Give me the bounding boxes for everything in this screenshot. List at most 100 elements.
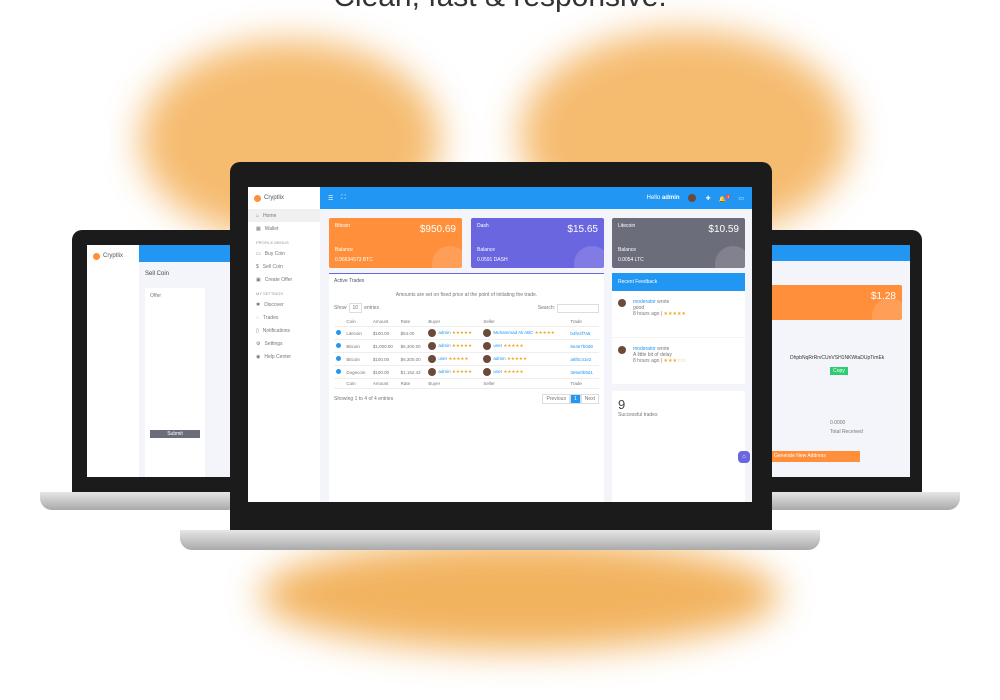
sidebar-item-wallet[interactable]: ▦ Wallet — [248, 222, 320, 235]
label: Notifications — [262, 327, 290, 334]
greeting: Hello admin — [646, 195, 680, 201]
avatar — [428, 342, 437, 350]
sidebar-item-home[interactable]: ⌂ Home — [248, 209, 320, 222]
feedback-body: moderator wrote good 8 hours ago | ★★★★★ — [633, 299, 686, 329]
buyer-cell: user ★★★★★ — [426, 352, 482, 366]
user-link[interactable]: admin — [438, 343, 450, 348]
rating-stars: ★★★★★ — [502, 369, 524, 375]
active-trades-panel: Active Trades Amounts are set on fixed p… — [329, 273, 604, 502]
search-input[interactable] — [557, 303, 599, 313]
feedback-body: moderator wrote A little bit of delay 8 ho… — [633, 346, 686, 376]
wallet-address: DhpbNqRrRrvCUnVSH1NKWtaDUpTimEk — [790, 355, 885, 361]
user-link[interactable]: user — [438, 356, 447, 361]
trades-note: Amounts are set on fixed price at the po… — [395, 292, 538, 298]
page-1-button[interactable]: 1 — [569, 394, 581, 404]
trade-link[interactable]: 6e4e7b0d8 — [568, 339, 599, 353]
trade-link[interactable]: 3e5e0b9d1 — [568, 365, 599, 379]
balance-card-dash: Dash $15.65 Balance 0.0591 DASH — [471, 218, 604, 268]
feedback-meta: 8 hours ago | ★★★☆☆ — [633, 358, 686, 364]
sidebar: Cryptlix ⌂ Home ▦ Wallet PROFILE MENUS ▭ Bu… — [248, 187, 320, 502]
page-title: Sell Coin — [145, 271, 170, 277]
home-icon: ⌂ — [256, 212, 260, 219]
copy-button[interactable]: Copy — [830, 367, 848, 375]
sidebar-item-discover[interactable]: ✱ Discover — [248, 298, 320, 311]
rating-stars: ★★★★★ — [450, 369, 472, 375]
label: Sell Coin — [262, 263, 283, 270]
column-header[interactable]: Rate — [398, 317, 427, 327]
notification-badge: 1 — [726, 193, 731, 199]
status-dot-icon — [336, 330, 341, 335]
sidebar-item-settings[interactable]: ⚙ Settings — [248, 337, 320, 350]
offer-label: Offer — [150, 293, 162, 299]
bell-icon[interactable]: 🔔1 — [719, 193, 731, 203]
stat-label: Successful trades — [618, 412, 658, 418]
avatar — [483, 329, 492, 337]
brand: Cryptlix — [264, 195, 285, 201]
trade-link[interactable]: a8f0c41e2 — [568, 352, 599, 366]
column-header[interactable]: Seller — [481, 317, 569, 327]
avatar — [618, 299, 626, 307]
entries-label: entries — [364, 305, 380, 311]
monitor-icon[interactable]: ▭ — [738, 195, 744, 202]
rate-cell: $1,152.42 — [398, 365, 427, 379]
trade-link[interactable]: b4fe3f7a5 — [568, 326, 599, 340]
sidebar-item-help[interactable]: ◉ Help Center — [248, 350, 320, 363]
bell-icon: ▯ — [256, 327, 259, 334]
sidebar-item-notifications[interactable]: ▯ Notifications — [248, 324, 320, 337]
feedback-meta: 8 hours ago | ★★★★★ — [633, 311, 686, 317]
sidebar-item-trades[interactable]: ◌ Trades — [248, 311, 320, 324]
submit-button[interactable]: Submit — [150, 430, 200, 438]
column-footer: Rate — [398, 378, 427, 389]
sidebar-item-buy-coin[interactable]: ▭ Buy Coin — [248, 247, 320, 260]
label: Settings — [264, 340, 283, 347]
label: Trades — [262, 314, 279, 321]
user-link[interactable]: user — [493, 369, 502, 374]
user-link[interactable]: admin — [438, 330, 450, 335]
user-link[interactable]: user — [493, 343, 502, 348]
avatar[interactable] — [687, 194, 696, 202]
topbar: ☰ ⛶ Hello admin ✚ 🔔1 ▭ — [320, 187, 752, 209]
coin-name: Bitcoin — [335, 223, 351, 229]
avatar — [428, 329, 437, 337]
status-cell — [334, 339, 345, 353]
label: Wallet — [264, 225, 279, 232]
chat-button[interactable]: ⌂ — [738, 451, 750, 463]
status-dot-icon — [336, 369, 341, 374]
column-footer: Buyer — [426, 378, 482, 389]
coin-price: $15.65 — [567, 224, 598, 235]
column-footer: Trade — [568, 378, 599, 389]
column-header[interactable]: Trade — [568, 317, 599, 327]
table-row: Dogecoin $100.00 $1,152.42 admin ★★★★★ user … — [334, 365, 599, 379]
recent-feedback-panel: Recent Feedback moderator wrote good 8 hou… — [612, 273, 745, 385]
column-header[interactable]: Coin — [344, 317, 371, 327]
user-link[interactable]: Muhammad Ali ABC — [493, 330, 533, 335]
avatar — [618, 346, 626, 354]
generate-address-button[interactable]: Generate New Address — [770, 451, 860, 462]
status-cell — [334, 326, 345, 340]
stat-value: 9 — [618, 397, 626, 412]
panel-title: Active Trades — [334, 278, 365, 284]
rating-stars: ★★★☆☆ — [663, 358, 686, 364]
entries-select[interactable]: 10 — [348, 303, 363, 313]
fullscreen-icon[interactable]: ⛶ — [341, 195, 345, 202]
sidebar-section: MY SETTINGS — [256, 291, 284, 296]
sidebar-item-sell-coin[interactable]: $ Sell Coin — [248, 260, 320, 273]
left-screen: Cryptlix Sell Coin Offer Submit — [87, 245, 240, 477]
wallet-icon: ▦ — [256, 225, 261, 232]
column-header[interactable]: Amount — [370, 317, 399, 327]
dollar-icon: $ — [256, 263, 259, 270]
coin-name: Dash — [477, 223, 489, 229]
buyer-cell: admin ★★★★★ — [426, 339, 482, 353]
menu-icon[interactable]: ☰ — [328, 195, 333, 202]
flag-icon[interactable]: ✚ — [706, 195, 711, 202]
avatar — [483, 355, 492, 363]
sidebar-item-create-offer[interactable]: ▣ Create Offer — [248, 273, 320, 286]
next-button[interactable]: Next — [580, 394, 599, 404]
previous-button[interactable]: Previous — [542, 394, 570, 404]
column-header[interactable] — [334, 317, 345, 327]
user-link[interactable]: admin — [493, 356, 505, 361]
headline: Clean, fast & responsive. — [0, 0, 1000, 14]
column-header[interactable]: Buyer — [426, 317, 482, 327]
rating-stars: ★★★★★ — [447, 356, 469, 362]
user-link[interactable]: admin — [438, 369, 450, 374]
